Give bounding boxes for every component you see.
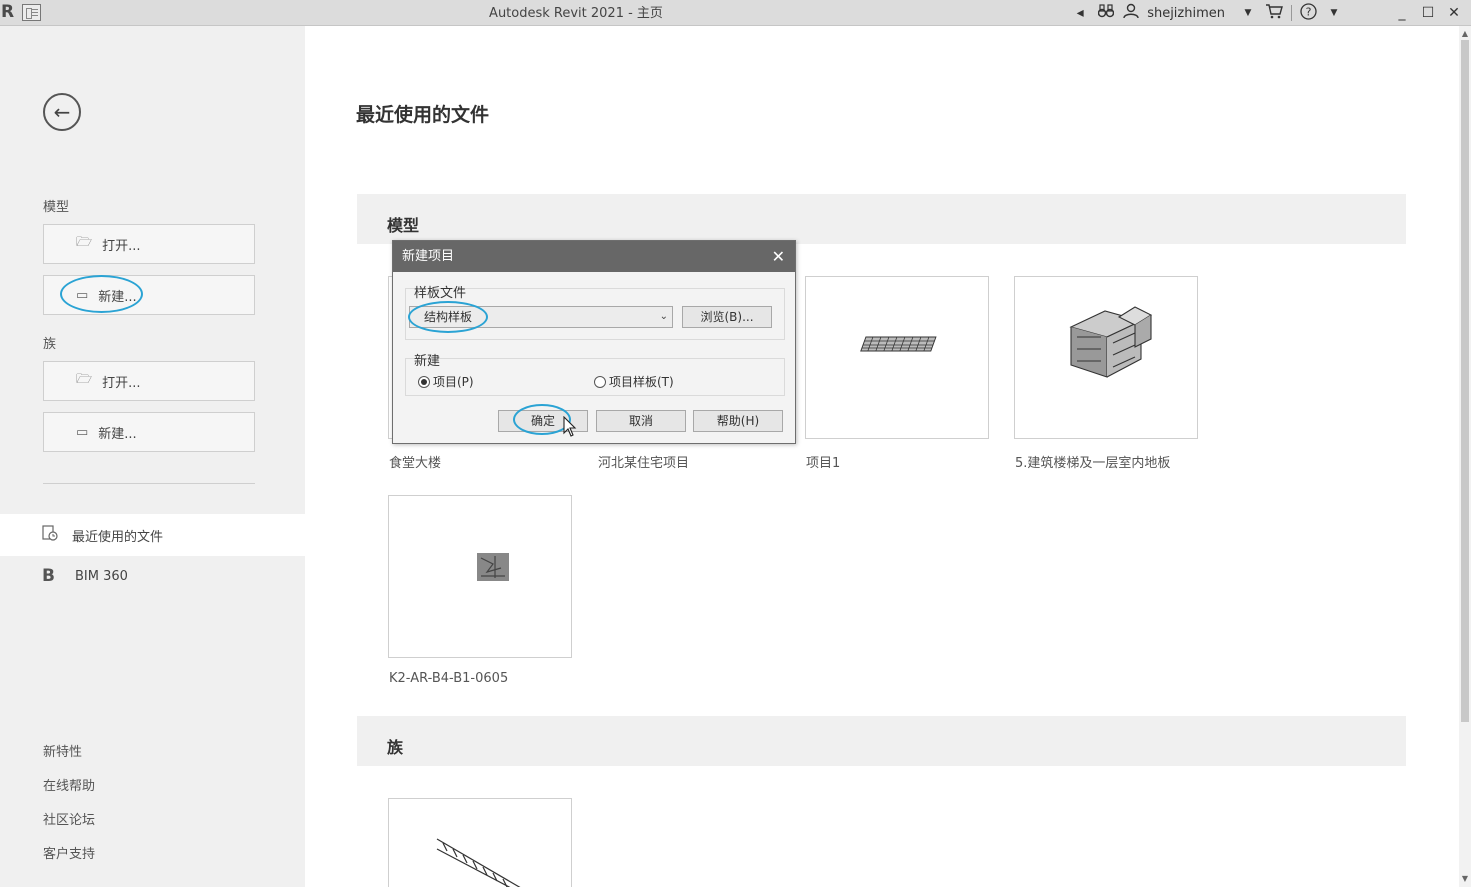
close-window-icon[interactable]: ✕ [1445,5,1463,21]
page-title: 最近使用的文件 [356,104,490,126]
family-thumbnail [436,838,521,887]
bim360-icon: B [42,566,55,586]
radio-project-template[interactable]: 项目样板(T) [594,373,674,390]
model-tile-label: 食堂大楼 [389,456,442,471]
chevron-down-icon[interactable]: ⌄ [660,307,668,327]
model-tile-label: K2-AR-B4-B1-0605 [389,671,509,686]
sidebar: ← 模型 🗁 打开... ▭ 新建... 族 🗁 打开... ▭ 新建... 最… [0,26,305,887]
model-tile-label: 河北某住宅项目 [598,456,690,471]
new-file-icon: ▭ [76,287,89,303]
family-heading: 族 [43,337,57,352]
back-button[interactable]: ← [43,93,81,131]
radio-project-label: 项目(P) [433,375,474,389]
models-section-header: 模型 [357,194,1406,244]
model-tile-3[interactable] [805,276,989,439]
help-button[interactable]: 帮助(H) [693,410,783,432]
scroll-thumb[interactable] [1461,40,1469,722]
window-title: Autodesk Revit 2021 - 主页 [489,6,663,21]
family-open-label: 打开... [102,375,141,391]
vertical-scrollbar[interactable]: ▲ ▼ [1459,26,1471,887]
families-section-header: 族 [357,716,1406,766]
title-bar: R Autodesk Revit 2021 - 主页 ◂ shejizhimen… [0,0,1471,26]
titlebar-tools: ◂ shejizhimen ▼ ? ▼ _ ☐ ✕ [1071,0,1471,26]
chevron-left-icon[interactable]: ◂ [1071,5,1089,21]
scroll-down-icon[interactable]: ▼ [1459,873,1471,885]
link-whats-new[interactable]: 新特性 [43,741,82,760]
new-type-group-label: 新建 [414,354,441,369]
family-open-button[interactable]: 🗁 打开... [43,361,255,401]
folder-open-icon: 🗁 [76,235,93,250]
template-select[interactable]: 结构样板 ⌄ [409,306,673,328]
help-icon[interactable]: ? [1300,2,1317,24]
svg-text:?: ? [1306,5,1312,18]
radio-checked-icon [418,375,430,388]
separator [1291,5,1292,21]
model-tile-label: 项目1 [806,456,841,471]
model-tile-5[interactable] [388,495,572,658]
family-new-label: 新建... [98,426,137,442]
model-tile-4[interactable] [1014,276,1198,439]
help-dropdown-icon[interactable]: ▼ [1325,8,1343,18]
radio-unchecked-icon [594,375,606,388]
model-new-label: 新建... [98,289,137,305]
binoculars-icon[interactable] [1097,4,1115,22]
model-thumbnail [1069,306,1153,378]
model-tile-label: 5.建筑楼梯及一层室内地板 [1015,456,1171,471]
recent-files-icon [42,525,58,545]
cancel-button[interactable]: 取消 [596,410,686,432]
radio-template-label: 项目样板(T) [609,375,674,389]
family-new-button[interactable]: ▭ 新建... [43,412,255,452]
model-open-label: 打开... [102,238,141,254]
link-community-forum[interactable]: 社区论坛 [43,809,95,828]
link-online-help[interactable]: 在线帮助 [43,775,95,794]
mouse-cursor-icon [563,416,577,437]
minimize-icon[interactable]: _ [1393,5,1411,21]
model-thumbnail [860,336,937,352]
close-icon[interactable]: ✕ [772,241,785,272]
cart-icon[interactable] [1265,3,1283,23]
browse-button[interactable]: 浏览(B)... [682,306,772,328]
new-file-icon: ▭ [76,424,89,440]
dropdown-icon[interactable]: ▼ [1239,8,1257,18]
bim360-label: BIM 360 [74,568,128,584]
model-thumbnail [477,553,509,581]
family-tile-1[interactable] [388,798,572,887]
template-group-label: 样板文件 [414,286,467,301]
model-heading: 模型 [43,200,70,215]
template-select-value: 结构样板 [424,310,473,324]
username[interactable]: shejizhimen [1147,6,1225,21]
user-icon[interactable] [1123,3,1139,23]
model-open-button[interactable]: 🗁 打开... [43,224,255,264]
sidebar-divider [43,483,255,484]
sidebar-item-bim360[interactable]: B BIM 360 [42,566,128,586]
recent-files-label: 最近使用的文件 [72,529,164,545]
model-new-button[interactable]: ▭ 新建... [43,275,255,315]
radio-project[interactable]: 项目(P) [418,373,474,390]
arrow-left-icon: ← [53,100,71,124]
scroll-up-icon[interactable]: ▲ [1459,28,1471,40]
dialog-title-bar: 新建项目 ✕ [393,241,795,272]
sidebar-item-recent-files[interactable]: 最近使用的文件 [0,514,305,556]
new-project-dialog: 新建项目 ✕ 样板文件 结构样板 ⌄ 浏览(B)... 新建 项目(P) 项目样… [392,240,796,444]
link-customer-support[interactable]: 客户支持 [43,843,95,862]
maximize-icon[interactable]: ☐ [1419,5,1437,21]
dialog-title: 新建项目 [402,249,455,264]
folder-open-icon: 🗁 [76,372,93,387]
